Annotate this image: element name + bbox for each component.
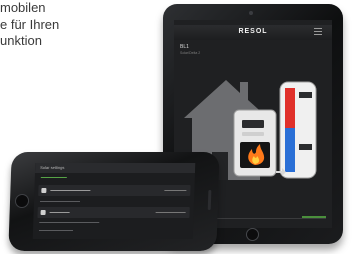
tank-hot-zone — [285, 88, 295, 128]
info-line — [39, 222, 100, 223]
toggle-icon[interactable] — [41, 188, 47, 193]
phone-speaker — [207, 190, 212, 210]
controller-row[interactable] — [38, 185, 191, 196]
intro-line-1: mobilen — [0, 0, 46, 15]
toggle-icon[interactable] — [40, 210, 46, 215]
intro-line-3: unktion — [0, 33, 42, 48]
phone-header: Solar settings — [34, 163, 196, 173]
intro-text: mobilen e für Ihren unktion — [0, 0, 140, 50]
brand-logo: RESOL — [238, 28, 268, 35]
phone-accent-line — [40, 177, 67, 178]
device-name: BL1 — [180, 44, 189, 50]
tablet-camera — [249, 11, 253, 15]
row-value-line — [164, 190, 187, 191]
row-text-line — [49, 212, 70, 213]
phone-home-button[interactable] — [14, 194, 30, 208]
row-text-line — [50, 190, 91, 191]
info-line — [38, 230, 74, 231]
home-button[interactable] — [246, 228, 259, 241]
heater-display — [242, 120, 264, 128]
tank-cold-zone — [285, 128, 295, 172]
device-subtitle: Solar/Delta 2 — [180, 51, 201, 55]
status-row[interactable] — [37, 207, 190, 218]
phone-device: Solar settings — [8, 152, 220, 251]
section-label-line — [39, 201, 81, 202]
menu-icon[interactable] — [314, 28, 322, 36]
phone-screen: Solar settings — [32, 163, 196, 239]
tablet-app-header: RESOL — [174, 25, 332, 40]
row-value-line — [155, 212, 186, 213]
intro-line-2: e für Ihren — [0, 16, 60, 32]
